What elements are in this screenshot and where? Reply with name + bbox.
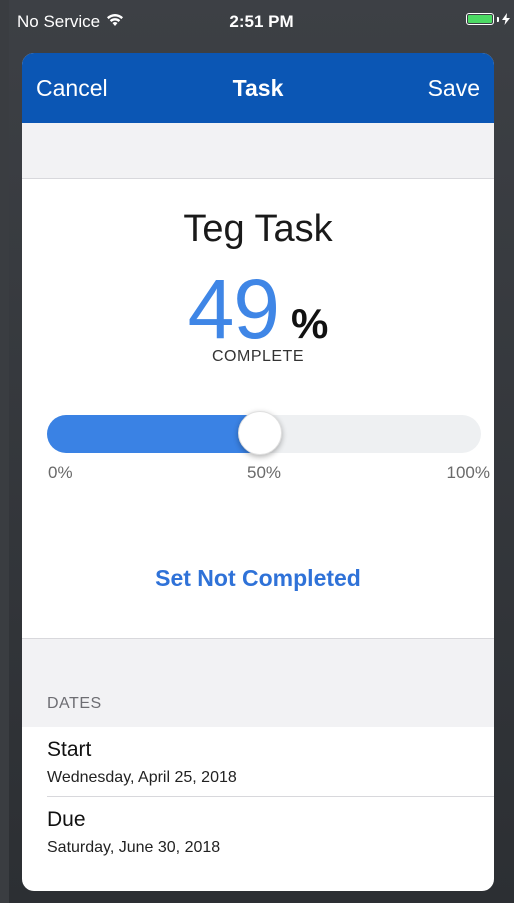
percent-display: 49% <box>22 261 494 358</box>
progress-slider[interactable] <box>47 411 481 455</box>
tick-100-label: 100% <box>446 463 490 482</box>
due-date-row[interactable]: Due Saturday, June 30, 2018 <box>22 797 494 867</box>
dates-section-band <box>22 638 494 728</box>
status-time: 2:51 PM <box>229 12 294 31</box>
complete-label: COMPLETE <box>211 348 304 365</box>
task-name: Teg Task <box>183 208 333 250</box>
percent-value: 49 <box>187 262 280 356</box>
nav-bar: Cancel Task Save <box>22 53 494 123</box>
tick-50-label: 50% <box>246 463 282 482</box>
slider-fill <box>47 415 260 453</box>
save-button[interactable]: Save <box>428 75 480 102</box>
percent-sign: % <box>291 300 329 347</box>
start-title: Start <box>47 738 92 761</box>
set-not-completed-button[interactable]: Set Not Completed <box>22 565 494 592</box>
battery-charging-icon <box>466 13 510 25</box>
start-date-row[interactable]: Start Wednesday, April 25, 2018 <box>22 727 494 797</box>
top-spacer <box>22 123 494 179</box>
due-value: Saturday, June 30, 2018 <box>47 839 221 856</box>
status-bar: No Service 2:51 PM <box>9 0 514 40</box>
nav-title: Task <box>232 75 284 101</box>
dates-section-header: DATES <box>47 695 102 712</box>
slider-thumb[interactable] <box>237 411 282 455</box>
task-sheet: Cancel Task Save Teg Task 49% COMPLETE 0… <box>22 53 494 891</box>
phone-screen: No Service 2:51 PM Cancel Task Save Teg … <box>9 0 514 903</box>
start-value: Wednesday, April 25, 2018 <box>47 769 237 786</box>
due-title: Due <box>47 808 86 831</box>
